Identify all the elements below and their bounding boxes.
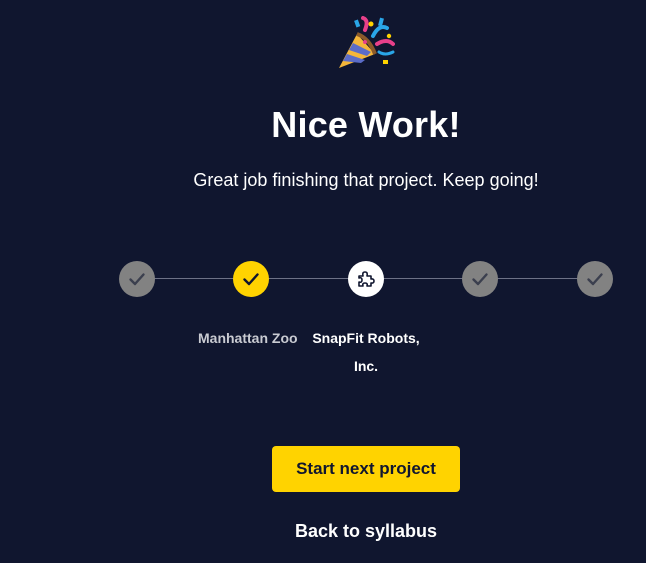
step-4-completed	[462, 261, 498, 297]
step-label-manhattan-zoo: Manhattan Zoo	[198, 330, 298, 346]
check-icon	[129, 273, 145, 286]
step-2-manhattan-zoo	[233, 261, 269, 297]
puzzle-piece-icon	[358, 271, 375, 287]
check-icon	[587, 273, 603, 286]
party-popper-icon	[339, 16, 395, 68]
page-subtitle: Great job finishing that project. Keep g…	[193, 170, 539, 190]
step-3-snapfit-robots	[348, 261, 384, 297]
start-next-project-button[interactable]: Start next project	[272, 446, 460, 492]
step-5-completed	[577, 261, 613, 297]
page-title: Nice Work!	[271, 104, 461, 145]
step-label-line-2: Inc.	[353, 358, 379, 374]
check-icon	[472, 273, 488, 286]
step-label-line-1: SnapFit Robots,	[312, 330, 420, 346]
step-label-snapfit-robots: SnapFit Robots, Inc.	[306, 324, 426, 380]
check-icon	[243, 273, 259, 286]
step-1-completed	[119, 261, 155, 297]
back-to-syllabus-link[interactable]: Back to syllabus	[290, 516, 442, 546]
